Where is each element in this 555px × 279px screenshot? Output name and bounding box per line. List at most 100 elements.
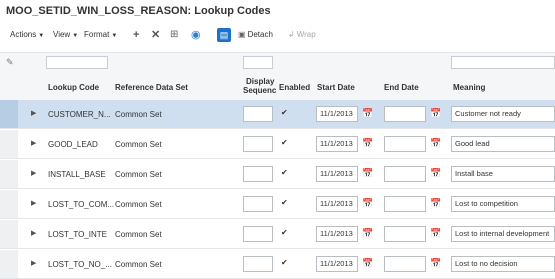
expand-icon[interactable]: ▶ (31, 139, 36, 147)
meaning-input[interactable]: Good lead (451, 136, 555, 152)
table-row[interactable]: ▶ LOST_TO_COM... Common Set ✔ 11/1/2013 📅 📅 Los… (0, 190, 555, 219)
row-header[interactable] (0, 220, 18, 248)
calendar-icon[interactable]: 📅 (430, 258, 441, 269)
filter-meaning[interactable] (451, 56, 555, 69)
meaning-input[interactable]: Install base (451, 166, 555, 182)
enabled-checkbox[interactable]: ✔ (281, 229, 289, 237)
expand-icon[interactable]: ▶ (31, 229, 36, 237)
actions-menu[interactable]: Actions ▼ (10, 30, 44, 39)
calendar-icon[interactable]: 📅 (430, 108, 441, 119)
chevron-down-icon: ▼ (38, 33, 45, 39)
start-date-input[interactable]: 11/1/2013 (316, 106, 358, 122)
reference-data-set-cell: Common Set (115, 110, 162, 119)
display-sequence-input[interactable] (243, 226, 273, 242)
col-lookup-code[interactable]: Lookup Code (48, 83, 99, 92)
filter-lookup-code[interactable] (46, 56, 108, 69)
row-header[interactable] (0, 160, 18, 188)
enabled-checkbox[interactable]: ✔ (281, 259, 289, 267)
filter-toggle-icon[interactable]: ▤ (217, 28, 231, 42)
wrap-icon: ↲ (288, 30, 295, 39)
add-icon[interactable]: + (133, 29, 139, 41)
col-meaning[interactable]: Meaning (453, 83, 485, 92)
freeze-icon[interactable]: ⊞ (170, 29, 178, 41)
chevron-down-icon: ▼ (111, 33, 118, 39)
view-menu[interactable]: View ▼ (53, 30, 78, 39)
meaning-input[interactable]: Lost to competition (451, 196, 555, 212)
start-date-input[interactable]: 11/1/2013 (316, 196, 358, 212)
meaning-input[interactable]: Lost to internal development (451, 226, 555, 242)
calendar-icon[interactable]: 📅 (430, 198, 441, 209)
enabled-checkbox[interactable]: ✔ (281, 109, 289, 117)
end-date-input[interactable] (384, 136, 426, 152)
table-row[interactable]: ▶ GOOD_LEAD Common Set ✔ 11/1/2013 📅 📅 Good lea… (0, 130, 555, 159)
calendar-icon[interactable]: 📅 (362, 138, 373, 149)
expand-icon[interactable]: ▶ (31, 199, 36, 207)
table-row[interactable]: ▶ INSTALL_BASE Common Set ✔ 11/1/2013 📅 📅 Insta… (0, 160, 555, 189)
row-header[interactable] (0, 250, 18, 278)
end-date-input[interactable] (384, 256, 426, 272)
calendar-icon[interactable]: 📅 (362, 258, 373, 269)
meaning-input[interactable]: Customer not ready (451, 106, 555, 122)
calendar-icon[interactable]: 📅 (362, 228, 373, 239)
delete-icon[interactable]: ✕ (151, 29, 160, 41)
meaning-input[interactable]: Lost to no decision (451, 256, 555, 272)
col-end-date[interactable]: End Date (384, 83, 419, 92)
reference-data-set-cell: Common Set (115, 200, 162, 209)
wrap-button[interactable]: ↲ Wrap (288, 30, 316, 39)
calendar-icon[interactable]: 📅 (430, 228, 441, 239)
clear-filter-icon[interactable]: ✎ (6, 57, 14, 68)
enabled-checkbox[interactable]: ✔ (281, 169, 289, 177)
start-date-input[interactable]: 11/1/2013 (316, 256, 358, 272)
col-display-sequence-line2[interactable]: Sequenc (243, 86, 276, 95)
lookup-code-cell: LOST_TO_COM... (48, 200, 115, 209)
display-sequence-input[interactable] (243, 166, 273, 182)
row-header[interactable] (0, 130, 18, 158)
enabled-checkbox[interactable]: ✔ (281, 139, 289, 147)
format-menu[interactable]: Format ▼ (84, 30, 117, 39)
lookup-code-cell: CUSTOMER_N... (48, 110, 111, 119)
row-header[interactable] (0, 100, 18, 128)
row-header[interactable] (0, 190, 18, 218)
expand-icon[interactable]: ▶ (31, 109, 36, 117)
table-row[interactable]: ▶ LOST_TO_INTE Common Set ✔ 11/1/2013 📅 📅 Lost … (0, 220, 555, 249)
wrap-label: Wrap (296, 30, 316, 39)
col-reference-data-set[interactable]: Reference Data Set (115, 83, 188, 92)
enabled-checkbox[interactable]: ✔ (281, 199, 289, 207)
display-sequence-input[interactable] (243, 196, 273, 212)
display-sequence-input[interactable] (243, 256, 273, 272)
page-title: MOO_SETID_WIN_LOSS_REASON: Lookup Codes (6, 5, 271, 17)
filter-row: ✎ (0, 52, 555, 74)
expand-icon[interactable]: ▶ (31, 169, 36, 177)
view-label: View (53, 30, 71, 39)
reference-data-set-cell: Common Set (115, 260, 162, 269)
table-row[interactable]: ▶ LOST_TO_NO_... Common Set ✔ 11/1/2013 📅 📅 Los… (0, 250, 555, 279)
lookup-code-cell: GOOD_LEAD (48, 140, 98, 149)
toolbar: Actions ▼ View ▼ Format ▼ + ✕ ⊞ ◉ ▤ ▣ Detach… (0, 26, 555, 46)
calendar-icon[interactable]: 📅 (430, 168, 441, 179)
lookup-code-cell: LOST_TO_NO_... (48, 260, 112, 269)
table-row[interactable]: ▶ CUSTOMER_N... Common Set ✔ 11/1/2013 📅 📅 Cust… (0, 100, 555, 129)
col-start-date[interactable]: Start Date (317, 83, 355, 92)
reference-data-set-cell: Common Set (115, 230, 162, 239)
end-date-input[interactable] (384, 196, 426, 212)
display-sequence-input[interactable] (243, 136, 273, 152)
filter-display-sequence[interactable] (243, 56, 273, 69)
detach-button[interactable]: ▣ Detach (238, 30, 273, 39)
calendar-icon[interactable]: 📅 (362, 198, 373, 209)
end-date-input[interactable] (384, 106, 426, 122)
start-date-input[interactable]: 11/1/2013 (316, 136, 358, 152)
col-enabled[interactable]: Enabled (279, 83, 310, 92)
end-date-input[interactable] (384, 166, 426, 182)
display-sequence-input[interactable] (243, 106, 273, 122)
start-date-input[interactable]: 11/1/2013 (316, 166, 358, 182)
reference-data-set-cell: Common Set (115, 170, 162, 179)
calendar-icon[interactable]: 📅 (362, 108, 373, 119)
calendar-icon[interactable]: 📅 (362, 168, 373, 179)
calendar-icon[interactable]: 📅 (430, 138, 441, 149)
start-date-input[interactable]: 11/1/2013 (316, 226, 358, 242)
globe-icon[interactable]: ◉ (191, 29, 201, 41)
format-label: Format (84, 30, 110, 39)
end-date-input[interactable] (384, 226, 426, 242)
expand-icon[interactable]: ▶ (31, 259, 36, 267)
col-display-sequence-line1[interactable]: Display (246, 77, 274, 86)
